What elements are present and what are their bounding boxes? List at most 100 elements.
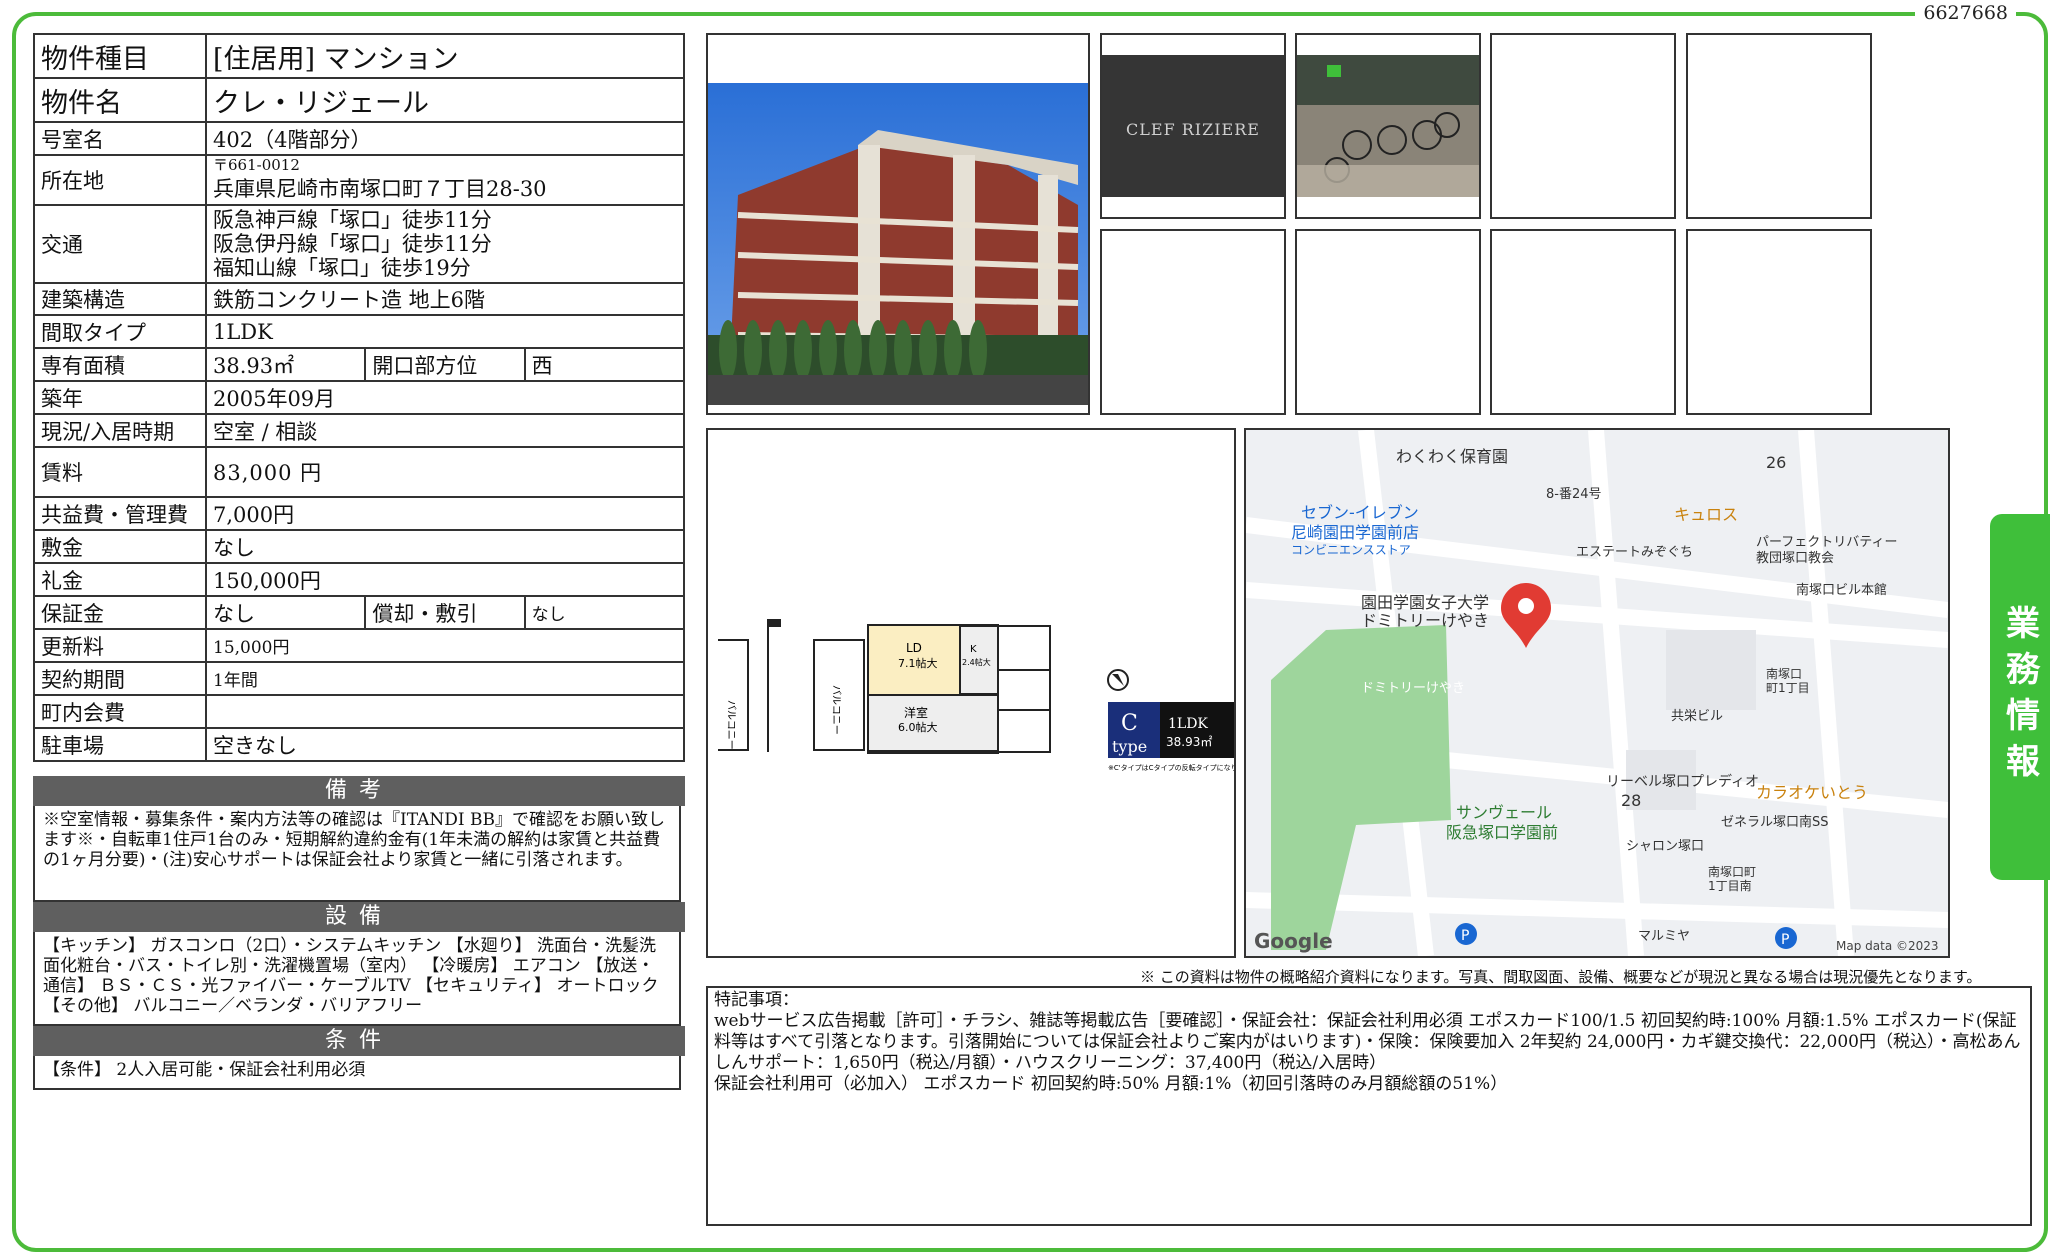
label-property-name: 物件名	[33, 77, 207, 123]
label-address: 所在地	[33, 154, 207, 206]
map-label: サンヴェール	[1456, 803, 1552, 822]
value-orientation: 西	[523, 347, 686, 382]
label-status: 現況/入居時期	[33, 413, 207, 448]
row-layout-type: 間取タイプ 1LDK	[33, 314, 685, 349]
photo-slot-empty	[1490, 33, 1676, 219]
photo-slot-empty	[1295, 229, 1481, 415]
label-key-money: 礼金	[33, 562, 207, 597]
floor-plan-drawing: バルコニー バルコニー LD 7.1帖大 K 2.4帖大 洋室 6.0帖大 C …	[718, 619, 1258, 772]
map-label: わくわく保育園	[1396, 447, 1508, 466]
value-layout-type: 1LDK	[205, 314, 685, 349]
label-orientation: 開口部方位	[364, 347, 526, 382]
label-access: 交通	[33, 204, 207, 284]
map-label: シャロン塚口	[1626, 839, 1704, 854]
row-community-fee: 町内会費	[33, 694, 685, 729]
type-word: type	[1112, 737, 1147, 756]
special-notes: 特記事項： webサービス広告掲載［許可］・チラシ、雑誌等掲載広告［要確認］・保…	[706, 986, 2032, 1226]
value-property-type: [住居用] マンション	[205, 33, 685, 79]
value-common-fee: 7,000円	[205, 496, 685, 531]
row-contract-period: 契約期間 1年間	[33, 661, 685, 696]
entrance-sign-photo[interactable]: CLEF RIZIERE	[1100, 33, 1286, 219]
bicycle-parking-image	[1297, 55, 1479, 197]
floor-plan[interactable]: バルコニー バルコニー LD 7.1帖大 K 2.4帖大 洋室 6.0帖大 C …	[706, 428, 1258, 958]
row-renewal-fee: 更新料 15,000円	[33, 628, 685, 663]
map-credit: Map data ©2023	[1836, 939, 1939, 953]
map-label: エステートみぞぐち	[1576, 545, 1693, 560]
label-structure: 建築構造	[33, 282, 207, 316]
label-property-type: 物件種目	[33, 33, 207, 79]
notes-title: 特記事項：	[714, 990, 799, 1010]
map-label: ドミトリーけやき	[1361, 611, 1489, 630]
photo-slot-empty	[1686, 33, 1872, 219]
value-built-year: 2005年09月	[205, 380, 685, 415]
row-deposit: 敷金 なし	[33, 529, 685, 564]
value-parking: 空きなし	[205, 727, 685, 762]
value-structure: 鉄筋コンクリート造 地上6階	[205, 282, 685, 316]
conditions-text: 【条件】 2人入居可能・保証会社利用必須	[33, 1056, 681, 1090]
building-photo[interactable]	[706, 33, 1090, 415]
balcony-label-1: バルコニー	[725, 700, 737, 750]
balcony-label-2: バルコニー	[830, 685, 842, 735]
notes-line: 保証会社利用可（必加入） エポスカード 初回契約時:50% 月額:1%（初回引落…	[714, 1074, 1508, 1094]
map-label: セブン-イレブン	[1301, 503, 1419, 522]
notes-line: webサービス広告掲載［許可］・チラシ、雑誌等掲載広告［要確認］・保証会社：保証…	[714, 1011, 2021, 1073]
value-security-deposit: なし	[204, 595, 367, 630]
value-key-money: 150,000円	[205, 562, 685, 597]
value-deposit: なし	[205, 529, 685, 564]
k-label: K	[970, 644, 977, 655]
value-contract-period: 1年間	[205, 661, 685, 696]
map-label: 南塚口	[1766, 666, 1802, 681]
label-layout-type: 間取タイプ	[33, 314, 207, 349]
value-amortization: なし	[523, 595, 686, 630]
map-label: 28	[1621, 791, 1641, 810]
ld-size: 7.1帖大	[898, 656, 938, 670]
value-address: 〒661-0012 兵庫県尼崎市南塚口町７丁目28-30	[205, 154, 685, 206]
property-spec-table: 物件種目 [住居用] マンション 物件名 クレ・リジェール 号室名 402（4階…	[33, 33, 686, 762]
address-text: 兵庫県尼崎市南塚口町７丁目28-30	[213, 176, 547, 201]
map-label: リーベル塚口プレディオ	[1606, 773, 1759, 790]
layout-label: 1LDK	[1168, 716, 1208, 732]
map-label: 町1丁目	[1766, 681, 1810, 695]
row-room: 号室名 402（4階部分）	[33, 121, 685, 156]
label-deposit: 敷金	[33, 529, 207, 564]
row-property-type: 物件種目 [住居用] マンション	[33, 33, 685, 79]
disclaimer-text: ※ この資料は物件の概略紹介資料になります。写真、間取図面、設備、概要などが現況…	[1140, 968, 1982, 986]
equipment-text: 【キッチン】 ガスコンロ（2口）・システムキッチン 【水廻り】 洗面台・洗髪洗面…	[33, 932, 681, 1026]
map-canvas: わくわく保育園 26 8-番24号 キュロス セブン-イレブン 尼崎園田学園前店…	[1246, 430, 1948, 956]
value-property-name: クレ・リジェール	[205, 77, 685, 123]
bicycle-parking-photo[interactable]	[1295, 33, 1481, 219]
value-area: 38.93㎡	[204, 347, 367, 382]
svg-text:P: P	[1461, 928, 1469, 944]
label-built-year: 築年	[33, 380, 207, 415]
label-common-fee: 共益費・管理費	[33, 496, 207, 531]
label-parking: 駐車場	[33, 727, 207, 762]
svg-text:P: P	[1781, 932, 1789, 948]
access-line: 阪急神戸線「塚口」徒歩11分	[213, 208, 492, 232]
map-label: 園田学園女子大学	[1361, 593, 1489, 612]
row-key-money: 礼金 150,000円	[33, 562, 685, 597]
side-tab-business-info[interactable]: 業務情報	[1990, 514, 2050, 880]
label-renewal-fee: 更新料	[33, 628, 207, 663]
row-security-deposit: 保証金 なし 償却・敷引 なし	[33, 595, 686, 630]
document-number: 6627668	[1915, 2, 2016, 24]
label-community-fee: 町内会費	[33, 694, 207, 729]
photo-slot-empty	[1490, 229, 1676, 415]
label-security-deposit: 保証金	[33, 595, 207, 630]
remarks-text: ※空室情報・募集条件・案内方法等の確認は『ITANDI BB』で確認をお願い致し…	[33, 806, 681, 902]
location-map[interactable]: わくわく保育園 26 8-番24号 キュロス セブン-イレブン 尼崎園田学園前店…	[1244, 428, 1950, 958]
access-line: 阪急伊丹線「塚口」徒歩11分	[213, 232, 492, 256]
value-access: 阪急神戸線「塚口」徒歩11分 阪急伊丹線「塚口」徒歩11分 福知山線「塚口」徒歩…	[205, 204, 685, 284]
remarks-heading: 備考	[33, 776, 685, 806]
row-address: 所在地 〒661-0012 兵庫県尼崎市南塚口町７丁目28-30	[33, 154, 685, 206]
conditions-heading: 条件	[33, 1026, 685, 1056]
postal-code: 〒661-0012	[213, 155, 300, 174]
sign-lettering: CLEF RIZIERE	[1126, 120, 1260, 139]
area-label: 38.93㎡	[1166, 735, 1212, 749]
map-label: コンビニエンスストア	[1291, 543, 1411, 557]
map-label: 8-番24号	[1546, 487, 1602, 502]
value-renewal-fee: 15,000円	[205, 628, 685, 663]
label-rent: 賃料	[33, 446, 207, 498]
photo-slot-empty	[1100, 229, 1286, 415]
map-label: マルミヤ	[1638, 929, 1690, 944]
map-label: ゼネラル塚口南SS	[1721, 814, 1829, 830]
